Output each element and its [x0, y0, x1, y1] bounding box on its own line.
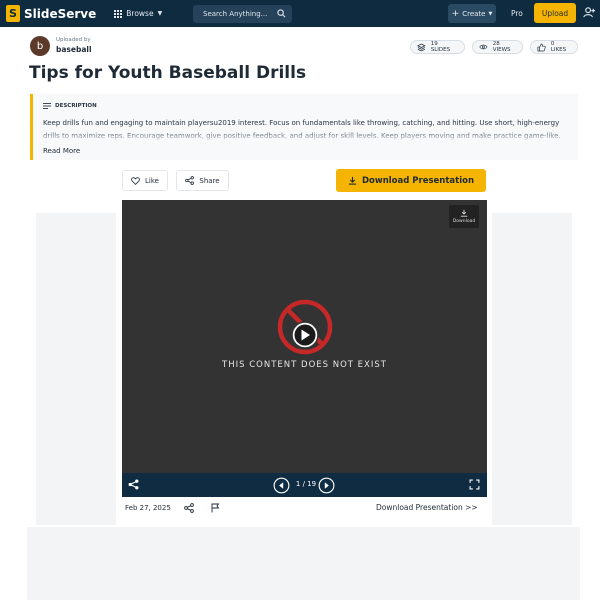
create-button[interactable]: + Create ▼	[448, 4, 496, 23]
share-icon[interactable]	[128, 479, 139, 490]
page-indicator: 1 / 19	[295, 480, 317, 488]
no-content-play-icon	[277, 299, 333, 355]
description-heading-label: DESCRIPTION	[55, 103, 97, 109]
plus-icon: +	[451, 8, 460, 19]
page-title: Tips for Youth Baseball Drills	[29, 63, 307, 83]
download-presentation-link[interactable]: Download Presentation >>	[376, 503, 478, 512]
download-presentation-button[interactable]: Download Presentation	[336, 169, 486, 192]
upload-button[interactable]: Upload	[534, 3, 576, 23]
likes-count-badge: 0 LIKES	[530, 40, 578, 54]
heart-icon	[131, 176, 140, 185]
like-button[interactable]: Like	[122, 170, 168, 191]
search-box	[193, 5, 292, 23]
grid-icon	[114, 9, 123, 18]
slide-viewer[interactable]: Download THIS CONTENT DOES NOT EXIST 1 /…	[122, 200, 487, 497]
corner-download-label: Download	[452, 219, 476, 224]
download-icon	[348, 176, 357, 185]
slides-count: 19 SLIDES	[430, 41, 451, 53]
read-more-link[interactable]: Read More	[43, 147, 80, 155]
share-icon	[185, 176, 195, 185]
download-presentation-label: Download Presentation	[361, 175, 475, 186]
description-fade	[43, 130, 573, 142]
thumbs-up-icon	[537, 43, 546, 51]
top-nav: S SlideServe Browse ▼	[0, 0, 600, 27]
avatar[interactable]: b	[30, 36, 50, 56]
corner-download-button[interactable]: Download	[449, 205, 479, 228]
like-label: Like	[145, 176, 159, 185]
viewer-toolbar: 1 / 19	[122, 473, 487, 497]
add-user-icon[interactable]	[583, 6, 596, 19]
likes-count: 0 LIKES	[550, 41, 567, 53]
fullscreen-icon[interactable]	[469, 479, 480, 490]
eye-icon	[479, 44, 488, 50]
next-slide-button[interactable]	[318, 477, 335, 494]
description-panel: DESCRIPTION Keep drills fun and engaging…	[30, 94, 578, 160]
previous-slide-button[interactable]	[273, 477, 290, 494]
logo[interactable]: S SlideServe	[6, 5, 96, 22]
share-label: Share	[199, 176, 220, 185]
pro-link[interactable]: Pro	[511, 9, 523, 18]
upload-date: Feb 27, 2025	[125, 504, 171, 512]
browse-menu[interactable]: Browse ▼	[114, 9, 162, 18]
description-heading: DESCRIPTION	[43, 103, 97, 109]
layers-icon	[417, 43, 426, 51]
share-button[interactable]: Share	[176, 170, 229, 191]
logo-text: SlideServe	[24, 6, 97, 21]
create-label: Create	[462, 9, 486, 18]
logo-badge: S	[6, 5, 20, 22]
browse-label: Browse	[126, 9, 154, 18]
no-content-message: THIS CONTENT DOES NOT EXIST	[222, 360, 387, 370]
chevron-down-icon: ▼	[157, 10, 163, 17]
uploader-name[interactable]: baseball	[56, 45, 92, 54]
views-count-badge: 28 VIEWS	[472, 40, 523, 54]
slides-count-badge: 19 SLIDES	[410, 40, 465, 54]
share-icon[interactable]	[184, 503, 194, 513]
search-icon[interactable]	[277, 9, 286, 18]
lines-icon	[43, 103, 51, 109]
download-icon	[460, 209, 468, 217]
search-input[interactable]	[203, 10, 275, 18]
views-count: 28 VIEWS	[492, 41, 511, 53]
chevron-down-icon: ▼	[488, 10, 493, 17]
bottom-panel	[27, 527, 580, 600]
uploaded-by-label: Uploaded by	[56, 37, 91, 43]
flag-icon[interactable]	[211, 503, 220, 513]
